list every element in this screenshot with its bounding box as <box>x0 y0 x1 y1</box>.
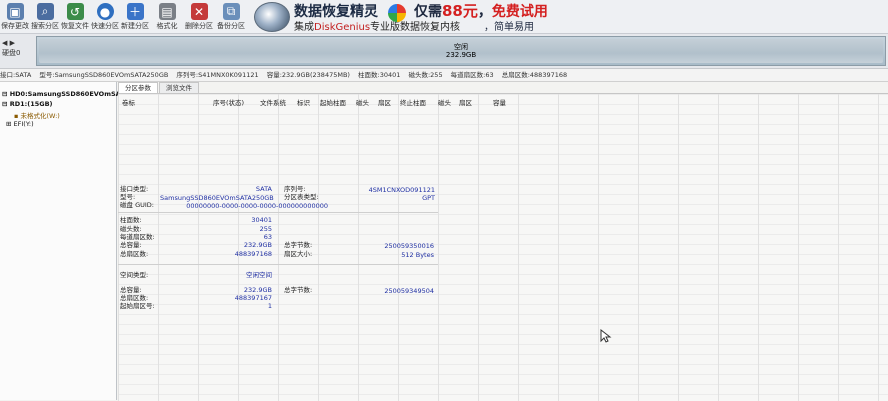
delete-icon: ✕ <box>190 3 208 20</box>
detail-spt-key: 每道扇区数: <box>120 233 155 241</box>
free-space-size: 232.9GB <box>445 51 477 59</box>
detail-bytes-value: 250059350016 <box>384 242 434 250</box>
free-space-bar[interactable]: 空闲 232.9GB <box>36 36 886 66</box>
delete-partition-button[interactable]: ✕ 删除分区 <box>184 1 214 31</box>
free-type-value: 空闲空间 <box>246 271 272 279</box>
recover-files-button[interactable]: ↺ 恢复文件 <box>60 1 90 31</box>
tree-item-hd0[interactable]: ⊟ HD0:SamsungSSD860EVOmSATA <box>2 90 129 98</box>
column-header-start-sector[interactable]: 扇区 <box>378 97 391 107</box>
column-header-start-cylinder[interactable]: 起始柱面 <box>320 97 346 107</box>
detail-guid-key: 磁盘 GUID: <box>120 201 154 209</box>
column-header-end-cylinder[interactable]: 终止柱面 <box>400 97 426 107</box>
detail-bytes-key: 总字节数: <box>284 241 313 249</box>
free-bytes-key: 总字节数: <box>284 286 313 294</box>
detail-model-value: SamsungSSD860EVOmSATA250GB <box>160 194 274 202</box>
column-header-label[interactable]: 卷标 <box>122 97 135 107</box>
tree-item-efi[interactable]: ⊞ EFI(Y:) <box>6 120 34 128</box>
tab-browse-files[interactable]: 浏览文件 <box>159 82 199 93</box>
detail-model-key: 型号: <box>120 193 136 201</box>
quick-partition-button[interactable]: ● 快速分区 <box>90 1 120 31</box>
detail-cylinders-key: 柱面数: <box>120 216 142 224</box>
save-icon: ▣ <box>6 3 24 20</box>
free-start-key: 起始扇区号: <box>120 302 155 310</box>
backup-icon: ⧉ <box>222 3 240 20</box>
tree-item-rd1[interactable]: ⊟ RD1:(15GB) <box>2 100 53 108</box>
column-header-end-head[interactable]: 磁头 <box>438 97 451 107</box>
column-header-id[interactable]: 标识 <box>297 97 310 107</box>
detail-ptable-key: 分区表类型: <box>284 193 319 201</box>
search-icon: ⌕ <box>36 3 54 20</box>
free-capacity-key: 总容量: <box>120 286 142 294</box>
colorful-ball-icon <box>388 4 406 22</box>
detail-cylinders-value: 30401 <box>251 216 272 224</box>
detail-interface-key: 接口类型: <box>120 185 149 193</box>
column-header-index[interactable]: 序号(状态) <box>213 97 244 107</box>
disk-info-bar: 接口:SATA 型号:SamsungSSD860EVOmSATA250GB 序列… <box>0 69 888 82</box>
disk-tree: ⊟ HD0:SamsungSSD860EVOmSATA ⊟ RD1:(15GB)… <box>0 82 129 400</box>
mouse-cursor-icon <box>600 329 612 343</box>
column-header-end-sector[interactable]: 扇区 <box>459 97 472 107</box>
backup-partition-button[interactable]: ⧉ 备份分区 <box>216 1 246 31</box>
detail-capacity-key: 总容量: <box>120 241 142 249</box>
tree-item-unformatted[interactable]: ▪ 未格式化(W:) <box>14 110 60 120</box>
detail-heads-value: 255 <box>259 225 272 233</box>
disk-logo-icon <box>254 2 290 32</box>
save-changes-button[interactable]: ▣ 保存更改 <box>0 1 30 31</box>
detail-sectors-key: 总扇区数: <box>120 250 149 258</box>
detail-serial-key: 序列号: <box>284 185 306 193</box>
free-sectors-value: 488397167 <box>234 294 272 302</box>
column-header-filesystem[interactable]: 文件系统 <box>260 97 286 107</box>
new-partition-button[interactable]: ＋ 新建分区 <box>120 1 150 31</box>
free-sectors-key: 总扇区数: <box>120 294 149 302</box>
column-header-start-head[interactable]: 磁头 <box>356 97 369 107</box>
free-space-label: 空闲 <box>454 43 468 51</box>
format-icon: ▤ <box>158 3 176 20</box>
detail-spt-value: 63 <box>263 233 272 241</box>
detail-guid-value: 00000000-0000-0000-0000-000000000000 <box>186 202 328 210</box>
search-partition-button[interactable]: ⌕ 搜索分区 <box>30 1 60 31</box>
detail-sector-size-key: 扇区大小: <box>284 250 313 258</box>
format-button[interactable]: ▤ 格式化 <box>152 1 182 31</box>
column-header-capacity[interactable]: 容量 <box>493 97 506 107</box>
free-bytes-value: 250059349504 <box>384 287 434 295</box>
detail-heads-key: 磁头数: <box>120 225 142 233</box>
detail-sectors-value: 488397168 <box>234 250 272 258</box>
tab-bar: 分区参数 浏览文件 <box>118 82 200 93</box>
disk-map-label: ◀ ▶ 硬盘0 <box>2 38 21 57</box>
free-type-key: 空间类型: <box>120 271 149 279</box>
detail-ptable-value: GPT <box>422 194 435 202</box>
detail-capacity-value: 232.9GB <box>243 241 272 249</box>
toolbar: ▣ 保存更改 ⌕ 搜索分区 ↺ 恢复文件 ● 快速分区 ＋ 新建分区 ▤ 格式化… <box>0 0 888 34</box>
detail-interface-value: SATA <box>255 185 272 193</box>
free-start-value: 1 <box>267 302 272 310</box>
promo-tagline: ，简单易用 <box>484 22 534 33</box>
free-capacity-value: 232.9GB <box>243 286 272 294</box>
recover-icon: ↺ <box>66 3 84 20</box>
detail-serial-value: 4SM1CNXOD091121 <box>368 186 435 194</box>
disk-map: ◀ ▶ 硬盘0 空闲 232.9GB <box>0 34 888 69</box>
disk-nav-arrows[interactable]: ◀ ▶ <box>2 38 20 48</box>
new-partition-icon: ＋ <box>126 3 144 20</box>
quick-partition-icon: ● <box>96 3 114 20</box>
tab-partition-params[interactable]: 分区参数 <box>118 82 158 93</box>
detail-sector-size-value: 512 Bytes <box>401 251 434 259</box>
